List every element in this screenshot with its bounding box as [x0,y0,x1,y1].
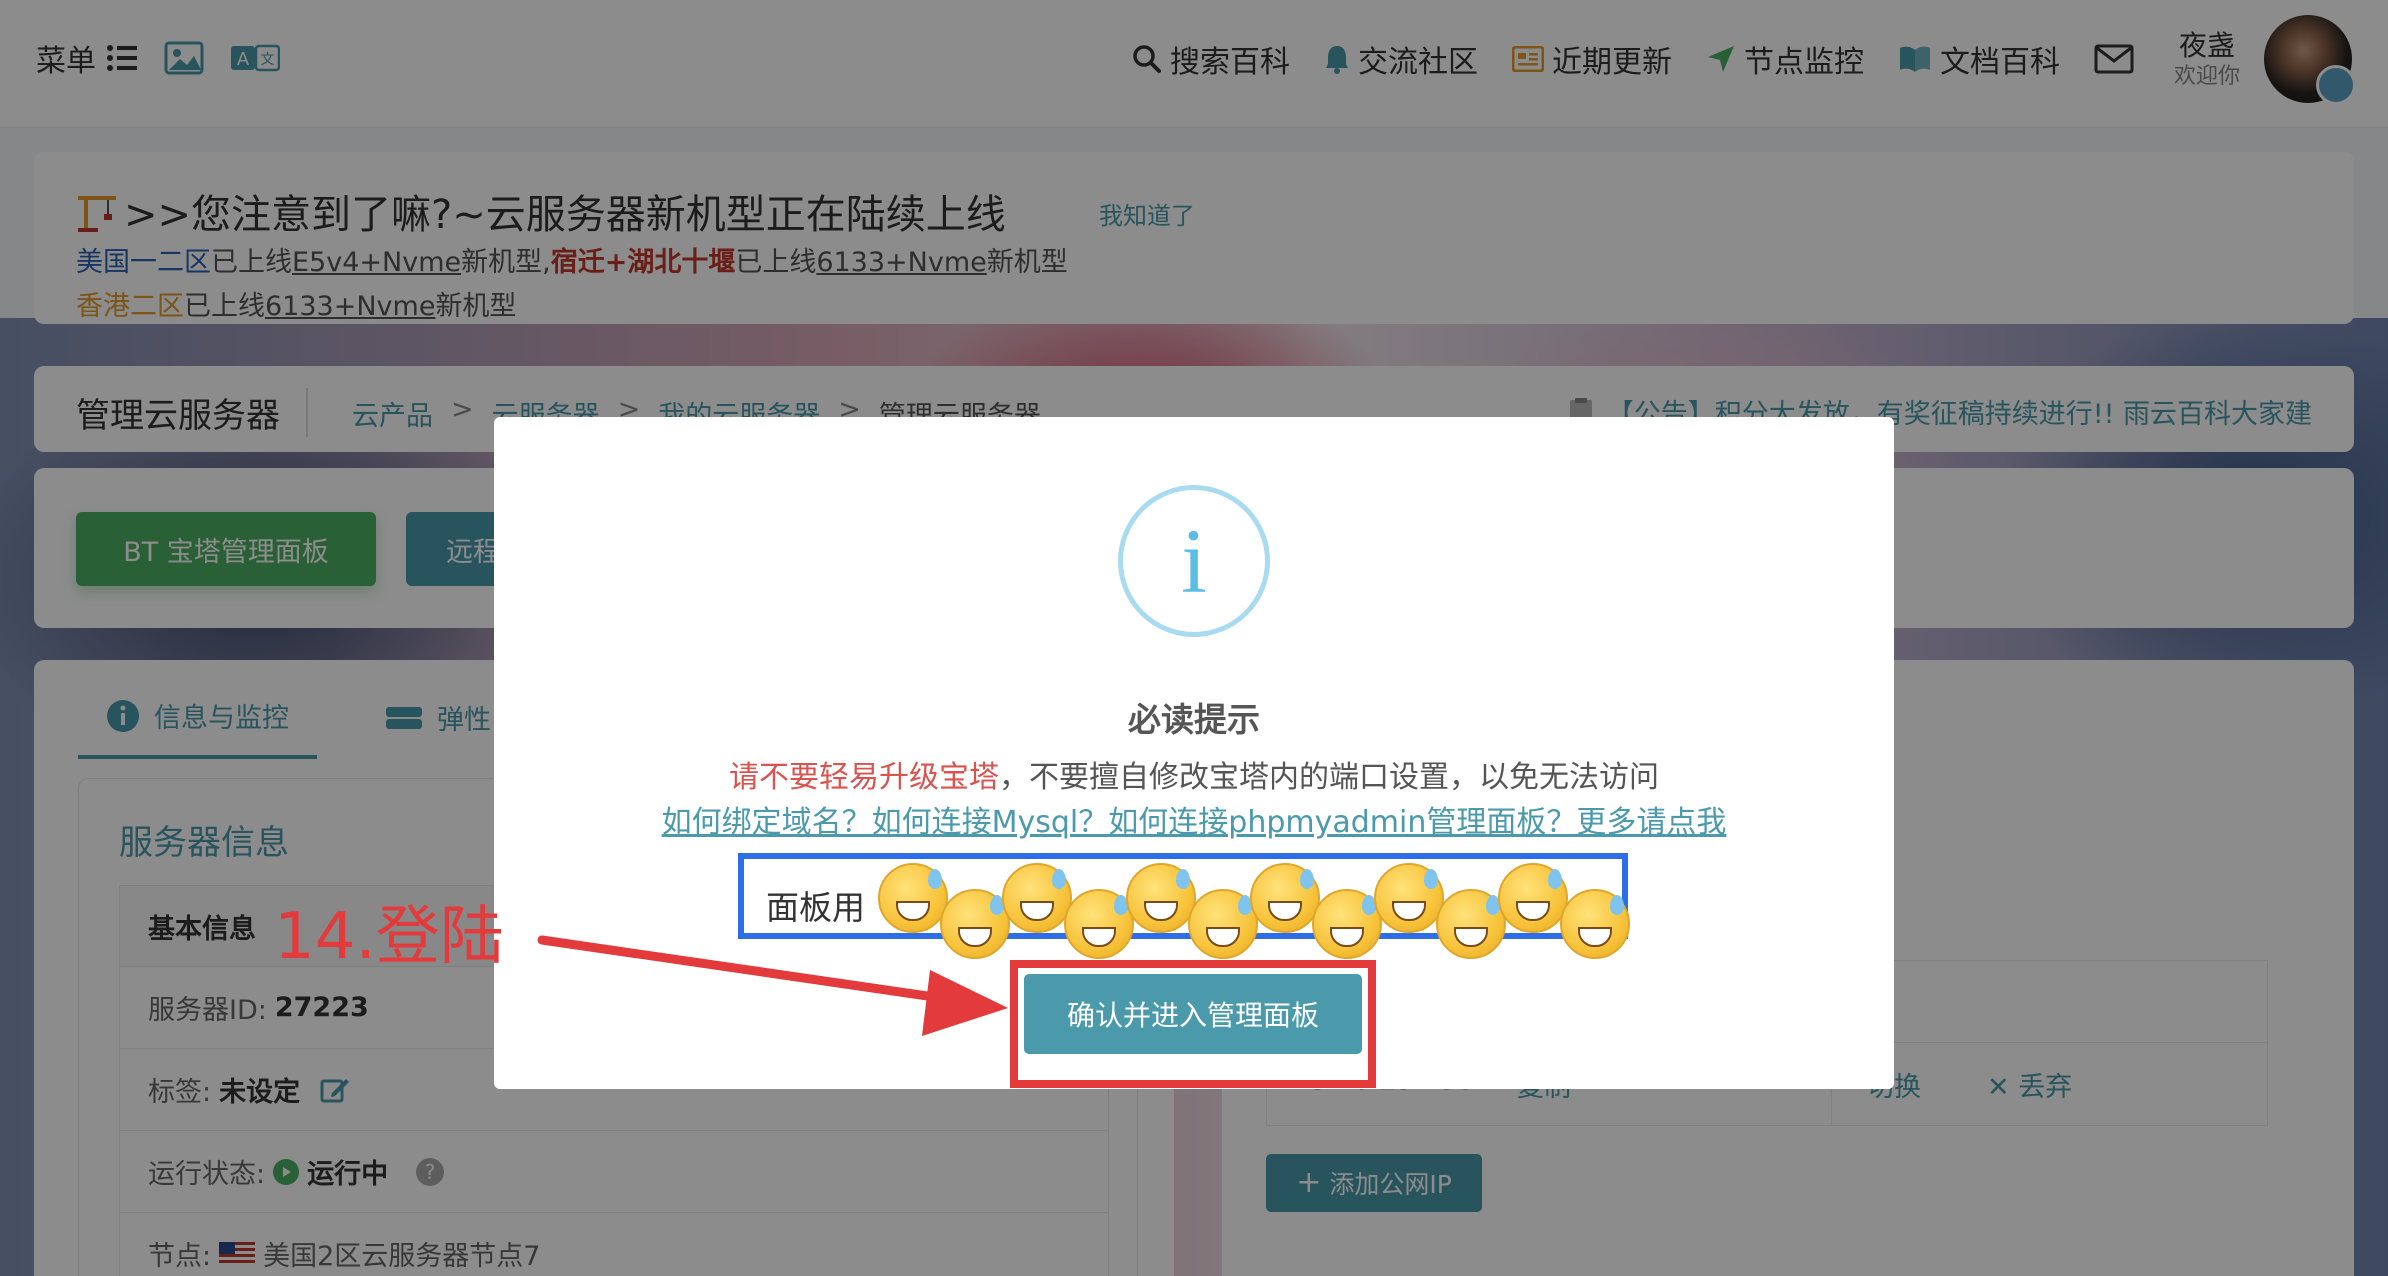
sweat-smile-emoji-icon [940,889,1010,959]
sweat-smile-emoji-icon [1498,863,1568,933]
info-circle-icon: i [1118,485,1270,637]
redaction-emojis [878,863,1630,959]
sweat-smile-emoji-icon [1064,889,1134,959]
confirm-enter-panel-button[interactable]: 确认并进入管理面板 [1024,974,1362,1054]
annotation-label: 14.登陆 [274,900,504,974]
sweat-smile-emoji-icon [1188,889,1258,959]
modal-title: 必读提示 [1128,700,1260,739]
sweat-smile-emoji-icon [1002,863,1072,933]
sweat-smile-emoji-icon [1312,889,1382,959]
sweat-smile-emoji-icon [1250,863,1320,933]
modal-warning: 请不要轻易升级宝塔 [729,760,999,795]
sweat-smile-emoji-icon [1374,863,1444,933]
credentials-label: 面板用 [766,888,865,927]
sweat-smile-emoji-icon [1126,863,1196,933]
modal-warning-line: 请不要轻易升级宝塔，不要擅自修改宝塔内的端口设置，以免无法访问 [494,752,1894,796]
notice-modal: i 必读提示 请不要轻易升级宝塔，不要擅自修改宝塔内的端口设置，以免无法访问 如… [494,417,1894,1089]
sweat-smile-emoji-icon [1560,889,1630,959]
modal-warning-rest: ，不要擅自修改宝塔内的端口设置，以免无法访问 [999,760,1659,795]
sweat-smile-emoji-icon [1436,889,1506,959]
sweat-smile-emoji-icon [878,863,948,933]
credentials-box: 面板用 [738,853,1630,959]
modal-help-link[interactable]: 如何绑定域名？如何连接Mysql？如何连接phpmyadmin管理面板？更多请点… [494,797,1894,841]
